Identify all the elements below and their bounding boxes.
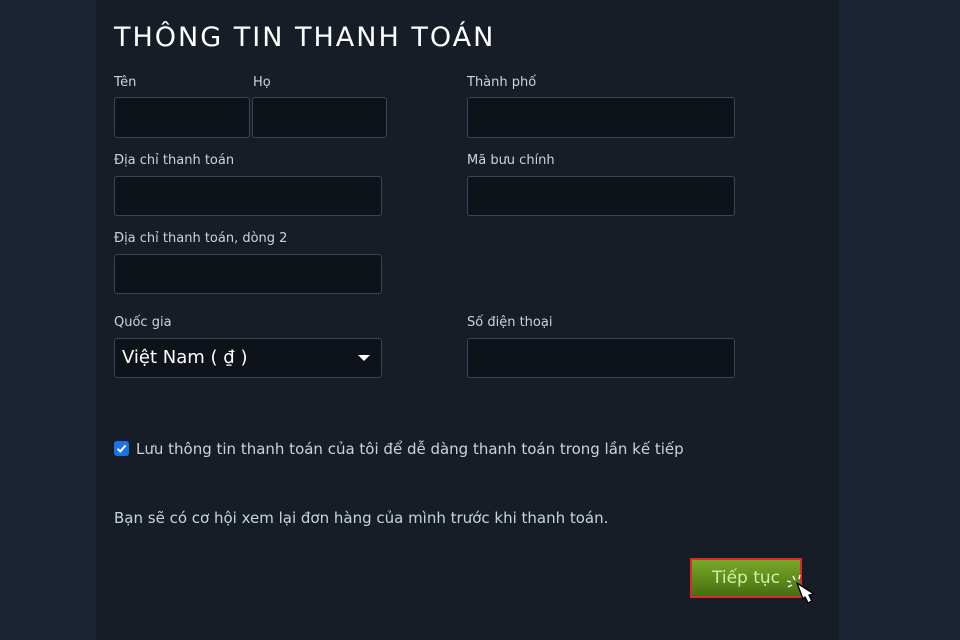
- address-label: Địa chỉ thanh toán: [114, 153, 235, 168]
- review-note: Bạn sẽ có cơ hội xem lại đơn hàng của mì…: [114, 509, 609, 527]
- checkmark-icon: [116, 444, 127, 453]
- save-info-label: Lưu thông tin thanh toán của tôi để dễ d…: [136, 440, 684, 458]
- phone-input[interactable]: [467, 338, 735, 378]
- last-name-label: Họ: [253, 75, 271, 90]
- last-name-input[interactable]: [252, 97, 387, 138]
- address-line2-label: Địa chỉ thanh toán, dòng 2: [114, 231, 288, 246]
- phone-label: Số điện thoại: [467, 315, 553, 330]
- city-input[interactable]: [467, 97, 735, 138]
- postal-code-input[interactable]: [467, 176, 735, 216]
- save-info-checkbox[interactable]: [114, 441, 129, 456]
- country-selected-value: Việt Nam ( ₫ ): [122, 347, 248, 368]
- address-input[interactable]: [114, 176, 382, 216]
- first-name-input[interactable]: [114, 97, 250, 138]
- postal-code-label: Mã bưu chính: [467, 153, 555, 168]
- chevron-down-icon: [358, 355, 370, 361]
- city-label: Thành phố: [467, 75, 537, 90]
- first-name-label: Tên: [114, 75, 137, 90]
- page-title: THÔNG TIN THANH TOÁN: [114, 22, 496, 53]
- country-label: Quốc gia: [114, 315, 172, 330]
- address-line2-input[interactable]: [114, 254, 382, 294]
- hand-pointer-icon: [786, 574, 815, 604]
- country-select[interactable]: Việt Nam ( ₫ ): [114, 338, 382, 378]
